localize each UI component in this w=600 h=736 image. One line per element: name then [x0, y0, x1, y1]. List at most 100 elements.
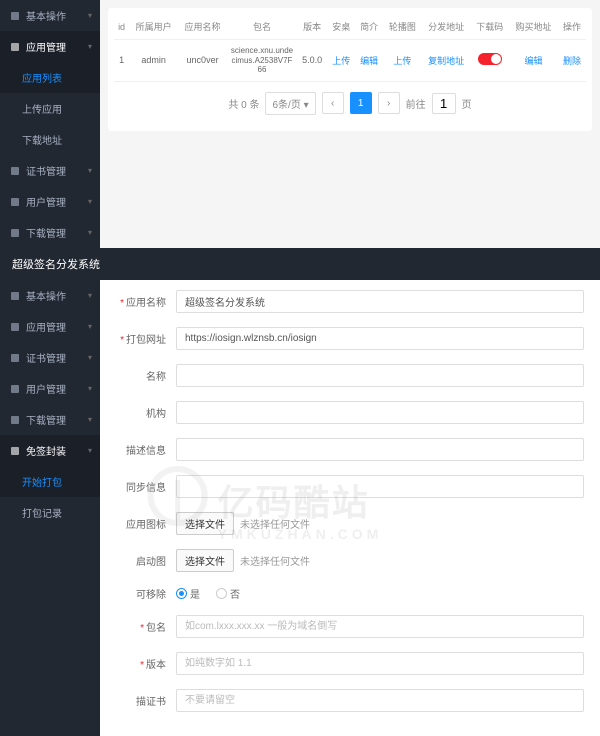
pager-total: 共 0 条	[228, 96, 259, 111]
col-header: 应用名称	[178, 14, 227, 40]
sidebar-item-证书管理[interactable]: 证书管理▾	[0, 155, 100, 186]
sidebar-label: 下载地址	[22, 132, 62, 147]
col-header: 下载码	[471, 14, 509, 40]
appicon-file-button[interactable]: 选择文件	[176, 512, 234, 535]
cert-input[interactable]	[176, 689, 584, 712]
prev-page-button[interactable]: ‹	[322, 92, 344, 114]
sidebar-label: 用户管理	[26, 381, 66, 396]
sidebar-item-用户管理[interactable]: 用户管理 ▾	[0, 373, 100, 404]
col-header: 所属用户	[129, 14, 178, 40]
launch-file-text: 未选择任何文件	[240, 553, 310, 568]
desc-label: 描述信息	[116, 442, 176, 457]
chevron-down-icon: ▾	[88, 166, 92, 175]
sidebar-item-应用管理[interactable]: 应用管理▾	[0, 31, 100, 62]
user-icon	[10, 11, 20, 21]
sync-input[interactable]	[176, 475, 584, 498]
sidebar-item-应用列表[interactable]: 应用列表	[0, 62, 100, 93]
sidebar-label: 下载管理	[26, 412, 66, 427]
app-icon	[10, 42, 20, 52]
table-row: 1 admin unc0ver science.xnu.undecimus.A2…	[114, 40, 586, 82]
user-icon	[10, 291, 20, 301]
cell-ver: 5.0.0	[297, 40, 327, 82]
col-header: 简介	[355, 14, 383, 40]
cell-name: unc0ver	[178, 40, 227, 82]
page-1-button[interactable]: 1	[350, 92, 372, 114]
top-sidebar: 基本操作▾应用管理▾应用列表上传应用下载地址证书管理▾用户管理▾下载管理▾免签封…	[0, 0, 100, 248]
next-page-button[interactable]: ›	[378, 92, 400, 114]
sidebar-label: 基本操作	[26, 288, 66, 303]
appname-label: 应用名称	[116, 294, 176, 309]
sidebar-item-基本操作[interactable]: 基本操作 ▾	[0, 280, 100, 311]
sidebar-label: 用户管理	[26, 194, 66, 209]
sidebar-label: 上传应用	[22, 101, 62, 116]
pkgname-input[interactable]	[176, 615, 584, 638]
edit-buy-link[interactable]: 编辑	[524, 56, 542, 66]
launch-label: 启动图	[116, 553, 176, 568]
url-label: 打包网址	[116, 331, 176, 346]
sidebar-label: 应用管理	[26, 319, 66, 334]
sidebar-item-下载管理[interactable]: 下载管理▾	[0, 217, 100, 248]
sidebar-item-基本操作[interactable]: 基本操作▾	[0, 0, 100, 31]
chevron-down-icon: ▾	[88, 197, 92, 206]
app-table: id所属用户应用名称包名版本安桌简介轮播图分发地址下载码购买地址操作 1 adm…	[114, 14, 586, 82]
appname-input[interactable]	[176, 290, 584, 313]
system-title-bar: 超级签名分发系统	[0, 248, 600, 280]
users-icon	[10, 384, 20, 394]
edit-intro-link[interactable]: 编辑	[360, 56, 378, 66]
sidebar-item-下载管理[interactable]: 下载管理 ▾	[0, 404, 100, 435]
sidebar-label: 基本操作	[26, 8, 66, 23]
jump-page-input[interactable]	[432, 93, 456, 114]
sidebar-item-开始打包[interactable]: 开始打包	[0, 466, 100, 497]
desc-input[interactable]	[176, 438, 584, 461]
app-icon	[10, 322, 20, 332]
url-input[interactable]	[176, 327, 584, 350]
sidebar-label: 开始打包	[22, 474, 62, 489]
col-header: 包名	[227, 14, 297, 40]
sidebar-item-证书管理[interactable]: 证书管理 ▾	[0, 342, 100, 373]
version-label: 版本	[116, 656, 176, 671]
appicon-file-text: 未选择任何文件	[240, 516, 310, 531]
sidebar-item-打包记录[interactable]: 打包记录	[0, 497, 100, 528]
delete-link[interactable]: 删除	[563, 56, 581, 66]
pager-unit: 页	[462, 96, 472, 111]
pagination: 共 0 条 6条/页 ▾ ‹ 1 › 前往 页	[114, 82, 586, 125]
removable-yes-radio[interactable]	[176, 588, 187, 599]
per-page-select[interactable]: 6条/页 ▾	[265, 92, 315, 115]
col-header: 安桌	[327, 14, 355, 40]
sidebar-item-应用管理[interactable]: 应用管理▾	[0, 311, 100, 342]
version-input[interactable]	[176, 652, 584, 675]
removable-no-radio[interactable]	[216, 588, 227, 599]
launch-file-button[interactable]: 选择文件	[176, 549, 234, 572]
package-form: 应用名称 打包网址 名称 机构 描述信息 同步信息 应用图标选择文件未选择任何文…	[100, 280, 600, 736]
cert-icon	[10, 166, 20, 176]
org-input[interactable]	[176, 401, 584, 424]
sidebar-label: 证书管理	[26, 350, 66, 365]
chevron-down-icon: ▾	[88, 415, 92, 424]
chevron-down-icon: ▾	[88, 384, 92, 393]
name-input[interactable]	[176, 364, 584, 387]
col-header: id	[114, 14, 129, 40]
sidebar-item-上传应用[interactable]: 上传应用	[0, 93, 100, 124]
chevron-down-icon: ▾	[88, 291, 92, 300]
appicon-label: 应用图标	[116, 516, 176, 531]
sidebar-label: 打包记录	[22, 505, 62, 520]
copy-dist-link[interactable]: 复制地址	[428, 56, 464, 66]
sidebar-item-免签封装[interactable]: 免签封装▾	[0, 435, 100, 466]
users-icon	[10, 197, 20, 207]
upload-android-link[interactable]: 上传	[332, 56, 350, 66]
chevron-down-icon: ▾	[88, 228, 92, 237]
cell-id: 1	[114, 40, 129, 82]
cert-label: 描证书	[116, 693, 176, 708]
package-icon	[10, 446, 20, 456]
chevron-down-icon: ▾	[88, 353, 92, 362]
upload-carousel-link[interactable]: 上传	[393, 56, 411, 66]
sidebar-item-下载地址[interactable]: 下载地址	[0, 124, 100, 155]
download-code-toggle[interactable]	[478, 53, 502, 65]
col-header: 轮播图	[383, 14, 421, 40]
col-header: 分发地址	[422, 14, 471, 40]
col-header: 操作	[558, 14, 586, 40]
sidebar-label: 免签封装	[26, 443, 66, 458]
col-header: 版本	[297, 14, 327, 40]
download-icon	[10, 415, 20, 425]
sidebar-item-用户管理[interactable]: 用户管理 ▾	[0, 186, 100, 217]
